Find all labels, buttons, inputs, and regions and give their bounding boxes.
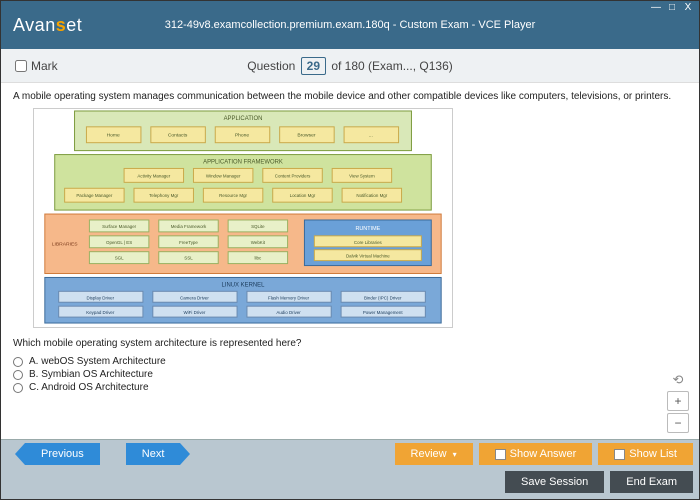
svg-text:Core Libraries: Core Libraries [354, 240, 383, 245]
option-b[interactable]: B. Symbian OS Architecture [13, 368, 687, 381]
svg-text:Camera Driver: Camera Driver [180, 295, 209, 300]
option-c[interactable]: C. Android OS Architecture [13, 381, 687, 394]
next-button[interactable]: Next [126, 443, 181, 465]
show-list-button[interactable]: Show List [598, 443, 693, 465]
svg-text:RUNTIME: RUNTIME [355, 226, 380, 232]
question-prompt: Which mobile operating system architectu… [13, 338, 687, 349]
svg-text:Display Driver: Display Driver [86, 295, 114, 300]
svg-text:Media Framework: Media Framework [171, 224, 207, 229]
minimize-button[interactable]: — [649, 3, 663, 15]
svg-text:Phone: Phone [235, 133, 250, 139]
svg-text:SSL: SSL [184, 256, 193, 261]
svg-text:LINUX KERNEL: LINUX KERNEL [222, 282, 266, 288]
svg-text:...: ... [369, 134, 373, 139]
architecture-diagram: APPLICATION Home Contacts Phone Browser … [33, 108, 453, 328]
svg-text:Binder (IPC) Driver: Binder (IPC) Driver [364, 295, 402, 300]
mark-text: Mark [31, 59, 58, 73]
option-b-label: B. Symbian OS Architecture [29, 369, 153, 380]
svg-text:Resource Mgr: Resource Mgr [219, 193, 247, 198]
previous-button[interactable]: Previous [25, 443, 100, 465]
svg-text:Package Manager: Package Manager [76, 193, 113, 198]
option-a-radio[interactable] [13, 357, 23, 367]
svg-text:Location Mgr: Location Mgr [290, 193, 316, 198]
svg-text:Notification Mgr: Notification Mgr [356, 193, 387, 198]
save-session-button[interactable]: Save Session [505, 471, 604, 493]
svg-text:FreeType: FreeType [179, 240, 198, 245]
mark-checkbox-label[interactable]: Mark [1, 59, 58, 73]
window-controls: — □ X [649, 3, 695, 15]
svg-text:View System: View System [349, 173, 375, 178]
chevron-down-icon: ▾ [453, 450, 457, 459]
maximize-button[interactable]: □ [665, 3, 679, 15]
footer: Previous Next Review ▾ Show Answer Show L… [1, 439, 699, 499]
svg-text:SQLite: SQLite [251, 224, 265, 229]
show-answer-checkbox-icon [495, 449, 506, 460]
question-label: Question [247, 59, 295, 73]
question-total: of 180 (Exam..., Q136) [331, 59, 452, 73]
show-list-label: Show List [629, 448, 677, 460]
question-text: A mobile operating system manages commun… [13, 91, 687, 102]
svg-text:Dalvik Virtual Machine: Dalvik Virtual Machine [346, 254, 390, 259]
titlebar: Avanset 312-49v8.examcollection.premium.… [1, 1, 699, 49]
svg-text:Power Management: Power Management [363, 310, 403, 315]
option-a-label: A. webOS System Architecture [29, 356, 166, 367]
svg-text:OpenGL | ES: OpenGL | ES [106, 240, 132, 245]
show-list-checkbox-icon [614, 449, 625, 460]
window-title: 312-49v8.examcollection.premium.exam.180… [1, 19, 699, 31]
svg-text:LIBRARIES: LIBRARIES [52, 242, 79, 248]
option-c-label: C. Android OS Architecture [29, 382, 149, 393]
mark-checkbox[interactable] [15, 60, 27, 72]
svg-text:APPLICATION FRAMEWORK: APPLICATION FRAMEWORK [203, 160, 283, 166]
question-number[interactable]: 29 [301, 57, 326, 75]
zoom-in-button[interactable]: + [667, 391, 689, 411]
zoom-reset-button[interactable]: ⟲ [667, 373, 689, 389]
end-exam-button[interactable]: End Exam [610, 471, 693, 493]
svg-text:Telephony Mgr: Telephony Mgr [149, 193, 179, 198]
svg-text:Flash Memory Driver: Flash Memory Driver [268, 295, 310, 300]
footer-row-2: Save Session End Exam [1, 468, 699, 496]
svg-text:SGL: SGL [115, 256, 124, 261]
answer-options: A. webOS System Architecture B. Symbian … [13, 355, 687, 394]
svg-text:WebKit: WebKit [251, 240, 266, 245]
zoom-out-button[interactable]: − [667, 413, 689, 433]
svg-text:Home: Home [107, 133, 120, 139]
svg-text:WiFi Driver: WiFi Driver [183, 310, 205, 315]
content-area: A mobile operating system manages commun… [1, 83, 699, 439]
close-button[interactable]: X [681, 3, 695, 15]
question-bar: Mark Question 29 of 180 (Exam..., Q136) [1, 49, 699, 83]
option-b-radio[interactable] [13, 370, 23, 380]
option-a[interactable]: A. webOS System Architecture [13, 355, 687, 368]
svg-text:Content Providers: Content Providers [275, 173, 311, 178]
svg-text:APPLICATION: APPLICATION [224, 116, 263, 122]
show-answer-label: Show Answer [510, 448, 577, 460]
review-label: Review [411, 448, 447, 460]
option-c-radio[interactable] [13, 383, 23, 393]
zoom-controls: ⟲ + − [667, 373, 689, 433]
footer-row-1: Previous Next Review ▾ Show Answer Show L… [1, 440, 699, 468]
svg-text:Audio Driver: Audio Driver [276, 310, 301, 315]
svg-text:Keypad Driver: Keypad Driver [86, 310, 115, 315]
svg-text:Activity Manager: Activity Manager [137, 173, 170, 178]
svg-text:Browser: Browser [297, 133, 315, 139]
review-button[interactable]: Review ▾ [395, 443, 473, 465]
svg-text:Contacts: Contacts [168, 133, 188, 139]
svg-text:Window Manager: Window Manager [206, 173, 241, 178]
show-answer-button[interactable]: Show Answer [479, 443, 593, 465]
question-indicator: Question 29 of 180 (Exam..., Q136) [1, 57, 699, 75]
svg-text:libc: libc [255, 256, 262, 261]
svg-text:Surface Manager: Surface Manager [102, 224, 137, 229]
